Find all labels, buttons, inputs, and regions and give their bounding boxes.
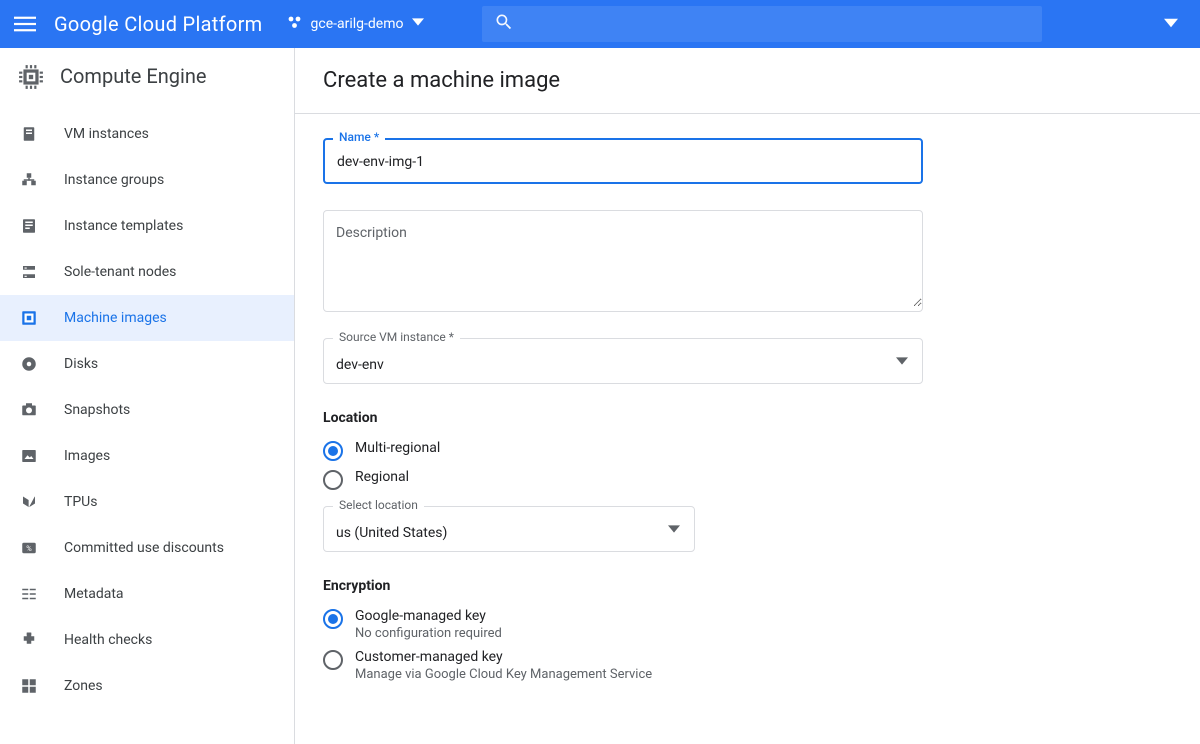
- sidebar-item-label: Images: [64, 448, 276, 464]
- dropdown-icon: [882, 352, 922, 371]
- radio-icon: [323, 650, 343, 670]
- description-input[interactable]: [324, 211, 922, 307]
- radio-label: Google-managed key: [355, 608, 502, 624]
- sidebar-item-metadata[interactable]: Metadata: [0, 571, 294, 617]
- health-checks-icon: [18, 629, 40, 651]
- sidebar-item-label: Sole-tenant nodes: [64, 264, 276, 280]
- radio-icon: [323, 470, 343, 490]
- source-vm-value: dev-env: [324, 339, 882, 383]
- description-field[interactable]: [323, 210, 923, 312]
- sidebar-item-zones[interactable]: Zones: [0, 663, 294, 709]
- radio-label: Regional: [355, 469, 409, 485]
- source-vm-label: Source VM instance *: [333, 330, 460, 344]
- radio-sublabel: No configuration required: [355, 626, 502, 641]
- sidebar-item-sole-tenant-nodes[interactable]: Sole-tenant nodes: [0, 249, 294, 295]
- sidebar-item-label: Metadata: [64, 586, 276, 602]
- dropdown-icon: [412, 16, 424, 32]
- sidebar-item-instance-templates[interactable]: Instance templates: [0, 203, 294, 249]
- encryption-radio-customer-managed-key[interactable]: Customer-managed key Manage via Google Cl…: [323, 645, 1172, 686]
- form-body: Name * Source VM instance * dev-env: [295, 114, 1200, 710]
- brand-title: Google Cloud Platform: [54, 12, 263, 36]
- select-location-value: us (United States): [324, 507, 654, 551]
- project-name: gce-arilg-demo: [311, 16, 404, 32]
- select-location-label: Select location: [333, 498, 424, 512]
- location-radio-multi-regional[interactable]: Multi-regional: [323, 436, 1172, 465]
- metadata-icon: [18, 583, 40, 605]
- project-icon: [287, 14, 303, 34]
- sidebar-item-label: Disks: [64, 356, 276, 372]
- sidebar-item-tpus[interactable]: TPUs: [0, 479, 294, 525]
- zones-icon: [18, 675, 40, 697]
- compute-engine-icon: [18, 64, 42, 88]
- radio-sublabel: Manage via Google Cloud Key Management S…: [355, 667, 652, 682]
- hamburger-menu-icon[interactable]: [14, 13, 36, 35]
- sidebar-item-health-checks[interactable]: Health checks: [0, 617, 294, 663]
- location-heading: Location: [323, 410, 1172, 426]
- page-title: Create a machine image: [323, 68, 1172, 93]
- select-location-dropdown[interactable]: Select location us (United States): [323, 506, 695, 552]
- topbar-more-icon[interactable]: [1164, 15, 1178, 34]
- machine-images-icon: [18, 307, 40, 329]
- radio-label: Multi-regional: [355, 440, 440, 456]
- sidebar-item-snapshots[interactable]: Snapshots: [0, 387, 294, 433]
- committed-discounts-icon: %: [18, 537, 40, 559]
- location-radio-regional[interactable]: Regional: [323, 465, 1172, 494]
- images-icon: [18, 445, 40, 467]
- instance-templates-icon: [18, 215, 40, 237]
- sidebar-item-label: Zones: [64, 678, 276, 694]
- instance-groups-icon: [18, 169, 40, 191]
- snapshots-icon: [18, 399, 40, 421]
- sidebar-item-instance-groups[interactable]: Instance groups: [0, 157, 294, 203]
- sidebar: Compute Engine VM instances Instance grou…: [0, 48, 295, 744]
- product-header: Compute Engine: [0, 48, 294, 105]
- project-picker[interactable]: gce-arilg-demo: [287, 14, 424, 34]
- dropdown-icon: [654, 520, 694, 539]
- radio-icon: [323, 609, 343, 629]
- vm-instances-icon: [18, 123, 40, 145]
- sidebar-item-machine-images[interactable]: Machine images: [0, 295, 294, 341]
- sidebar-item-images[interactable]: Images: [0, 433, 294, 479]
- sidebar-item-label: Health checks: [64, 632, 276, 648]
- sidebar-nav: VM instances Instance groups Instance temp…: [0, 105, 294, 709]
- sidebar-item-label: Committed use discounts: [64, 540, 276, 556]
- tpus-icon: [18, 491, 40, 513]
- search-box[interactable]: [482, 6, 1042, 42]
- sidebar-item-committed-use-discounts[interactable]: % Committed use discounts: [0, 525, 294, 571]
- radio-label: Customer-managed key: [355, 649, 652, 665]
- svg-text:%: %: [26, 544, 32, 553]
- sidebar-item-label: Instance templates: [64, 218, 276, 234]
- sidebar-item-label: Snapshots: [64, 402, 276, 418]
- sidebar-item-label: Machine images: [64, 310, 276, 326]
- radio-icon: [323, 441, 343, 461]
- page-header: Create a machine image: [295, 48, 1200, 114]
- encryption-radio-google-managed-key[interactable]: Google-managed key No configuration requi…: [323, 604, 1172, 645]
- search-input[interactable]: [524, 16, 1030, 32]
- search-icon: [494, 12, 514, 36]
- sidebar-item-label: VM instances: [64, 126, 276, 142]
- top-app-bar: Google Cloud Platform gce-arilg-demo: [0, 0, 1200, 48]
- name-field[interactable]: Name *: [323, 138, 923, 184]
- product-title: Compute Engine: [60, 64, 206, 88]
- sidebar-item-vm-instances[interactable]: VM instances: [0, 111, 294, 157]
- sole-tenant-icon: [18, 261, 40, 283]
- sidebar-item-disks[interactable]: Disks: [0, 341, 294, 387]
- name-label: Name *: [333, 130, 385, 144]
- encryption-heading: Encryption: [323, 578, 1172, 594]
- name-input[interactable]: [325, 140, 921, 182]
- disks-icon: [18, 353, 40, 375]
- main-content: Create a machine image Name * Source VM …: [295, 48, 1200, 744]
- source-vm-select[interactable]: Source VM instance * dev-env: [323, 338, 923, 384]
- sidebar-item-label: Instance groups: [64, 172, 276, 188]
- sidebar-item-label: TPUs: [64, 494, 276, 510]
